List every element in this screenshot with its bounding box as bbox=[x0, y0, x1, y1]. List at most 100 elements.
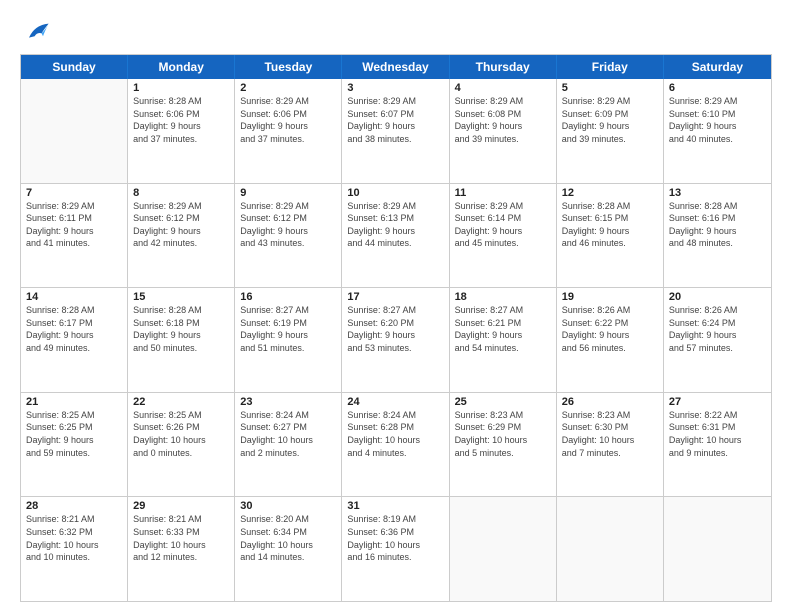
day-info: Sunrise: 8:29 AMSunset: 6:09 PMDaylight:… bbox=[562, 95, 658, 145]
day-number: 30 bbox=[240, 500, 336, 512]
header-day-thursday: Thursday bbox=[450, 55, 557, 79]
calendar: SundayMondayTuesdayWednesdayThursdayFrid… bbox=[20, 54, 772, 602]
day-number: 8 bbox=[133, 187, 229, 199]
day-info: Sunrise: 8:29 AMSunset: 6:14 PMDaylight:… bbox=[455, 200, 551, 250]
day-number: 21 bbox=[26, 396, 122, 408]
calendar-row-2: 7Sunrise: 8:29 AMSunset: 6:11 PMDaylight… bbox=[21, 183, 771, 288]
empty-cell bbox=[450, 497, 557, 601]
day-number: 25 bbox=[455, 396, 551, 408]
day-cell-21: 21Sunrise: 8:25 AMSunset: 6:25 PMDayligh… bbox=[21, 393, 128, 497]
day-info: Sunrise: 8:29 AMSunset: 6:12 PMDaylight:… bbox=[133, 200, 229, 250]
day-number: 3 bbox=[347, 82, 443, 94]
day-number: 23 bbox=[240, 396, 336, 408]
day-number: 9 bbox=[240, 187, 336, 199]
day-info: Sunrise: 8:23 AMSunset: 6:30 PMDaylight:… bbox=[562, 409, 658, 459]
day-info: Sunrise: 8:28 AMSunset: 6:15 PMDaylight:… bbox=[562, 200, 658, 250]
day-cell-5: 5Sunrise: 8:29 AMSunset: 6:09 PMDaylight… bbox=[557, 79, 664, 183]
day-cell-7: 7Sunrise: 8:29 AMSunset: 6:11 PMDaylight… bbox=[21, 184, 128, 288]
calendar-header: SundayMondayTuesdayWednesdayThursdayFrid… bbox=[21, 55, 771, 79]
day-cell-23: 23Sunrise: 8:24 AMSunset: 6:27 PMDayligh… bbox=[235, 393, 342, 497]
day-info: Sunrise: 8:29 AMSunset: 6:11 PMDaylight:… bbox=[26, 200, 122, 250]
calendar-row-3: 14Sunrise: 8:28 AMSunset: 6:17 PMDayligh… bbox=[21, 287, 771, 392]
day-info: Sunrise: 8:23 AMSunset: 6:29 PMDaylight:… bbox=[455, 409, 551, 459]
day-info: Sunrise: 8:29 AMSunset: 6:08 PMDaylight:… bbox=[455, 95, 551, 145]
day-number: 29 bbox=[133, 500, 229, 512]
logo-text bbox=[20, 18, 50, 46]
day-info: Sunrise: 8:28 AMSunset: 6:16 PMDaylight:… bbox=[669, 200, 766, 250]
logo bbox=[20, 18, 50, 46]
day-cell-3: 3Sunrise: 8:29 AMSunset: 6:07 PMDaylight… bbox=[342, 79, 449, 183]
day-cell-28: 28Sunrise: 8:21 AMSunset: 6:32 PMDayligh… bbox=[21, 497, 128, 601]
header-day-wednesday: Wednesday bbox=[342, 55, 449, 79]
day-number: 2 bbox=[240, 82, 336, 94]
day-cell-13: 13Sunrise: 8:28 AMSunset: 6:16 PMDayligh… bbox=[664, 184, 771, 288]
day-info: Sunrise: 8:27 AMSunset: 6:20 PMDaylight:… bbox=[347, 304, 443, 354]
day-cell-12: 12Sunrise: 8:28 AMSunset: 6:15 PMDayligh… bbox=[557, 184, 664, 288]
day-number: 14 bbox=[26, 291, 122, 303]
day-info: Sunrise: 8:28 AMSunset: 6:06 PMDaylight:… bbox=[133, 95, 229, 145]
day-cell-29: 29Sunrise: 8:21 AMSunset: 6:33 PMDayligh… bbox=[128, 497, 235, 601]
day-number: 27 bbox=[669, 396, 766, 408]
empty-cell bbox=[21, 79, 128, 183]
day-number: 16 bbox=[240, 291, 336, 303]
day-cell-11: 11Sunrise: 8:29 AMSunset: 6:14 PMDayligh… bbox=[450, 184, 557, 288]
day-info: Sunrise: 8:27 AMSunset: 6:19 PMDaylight:… bbox=[240, 304, 336, 354]
day-number: 5 bbox=[562, 82, 658, 94]
day-cell-30: 30Sunrise: 8:20 AMSunset: 6:34 PMDayligh… bbox=[235, 497, 342, 601]
day-cell-8: 8Sunrise: 8:29 AMSunset: 6:12 PMDaylight… bbox=[128, 184, 235, 288]
day-info: Sunrise: 8:29 AMSunset: 6:10 PMDaylight:… bbox=[669, 95, 766, 145]
day-number: 20 bbox=[669, 291, 766, 303]
day-cell-26: 26Sunrise: 8:23 AMSunset: 6:30 PMDayligh… bbox=[557, 393, 664, 497]
empty-cell bbox=[664, 497, 771, 601]
calendar-row-5: 28Sunrise: 8:21 AMSunset: 6:32 PMDayligh… bbox=[21, 496, 771, 601]
day-info: Sunrise: 8:19 AMSunset: 6:36 PMDaylight:… bbox=[347, 513, 443, 563]
calendar-row-4: 21Sunrise: 8:25 AMSunset: 6:25 PMDayligh… bbox=[21, 392, 771, 497]
day-info: Sunrise: 8:25 AMSunset: 6:25 PMDaylight:… bbox=[26, 409, 122, 459]
day-info: Sunrise: 8:21 AMSunset: 6:33 PMDaylight:… bbox=[133, 513, 229, 563]
day-info: Sunrise: 8:28 AMSunset: 6:17 PMDaylight:… bbox=[26, 304, 122, 354]
day-number: 4 bbox=[455, 82, 551, 94]
day-number: 10 bbox=[347, 187, 443, 199]
day-cell-17: 17Sunrise: 8:27 AMSunset: 6:20 PMDayligh… bbox=[342, 288, 449, 392]
day-info: Sunrise: 8:24 AMSunset: 6:27 PMDaylight:… bbox=[240, 409, 336, 459]
day-cell-19: 19Sunrise: 8:26 AMSunset: 6:22 PMDayligh… bbox=[557, 288, 664, 392]
header bbox=[20, 18, 772, 46]
day-number: 15 bbox=[133, 291, 229, 303]
day-cell-31: 31Sunrise: 8:19 AMSunset: 6:36 PMDayligh… bbox=[342, 497, 449, 601]
day-info: Sunrise: 8:29 AMSunset: 6:07 PMDaylight:… bbox=[347, 95, 443, 145]
calendar-body: 1Sunrise: 8:28 AMSunset: 6:06 PMDaylight… bbox=[21, 79, 771, 601]
day-number: 13 bbox=[669, 187, 766, 199]
header-day-sunday: Sunday bbox=[21, 55, 128, 79]
day-number: 18 bbox=[455, 291, 551, 303]
day-cell-18: 18Sunrise: 8:27 AMSunset: 6:21 PMDayligh… bbox=[450, 288, 557, 392]
header-day-saturday: Saturday bbox=[664, 55, 771, 79]
day-number: 12 bbox=[562, 187, 658, 199]
logo-bird-icon bbox=[22, 18, 50, 46]
day-info: Sunrise: 8:29 AMSunset: 6:13 PMDaylight:… bbox=[347, 200, 443, 250]
day-number: 22 bbox=[133, 396, 229, 408]
day-number: 24 bbox=[347, 396, 443, 408]
day-number: 28 bbox=[26, 500, 122, 512]
header-day-friday: Friday bbox=[557, 55, 664, 79]
day-cell-22: 22Sunrise: 8:25 AMSunset: 6:26 PMDayligh… bbox=[128, 393, 235, 497]
header-day-monday: Monday bbox=[128, 55, 235, 79]
day-cell-14: 14Sunrise: 8:28 AMSunset: 6:17 PMDayligh… bbox=[21, 288, 128, 392]
calendar-row-1: 1Sunrise: 8:28 AMSunset: 6:06 PMDaylight… bbox=[21, 79, 771, 183]
page: SundayMondayTuesdayWednesdayThursdayFrid… bbox=[0, 0, 792, 612]
day-cell-6: 6Sunrise: 8:29 AMSunset: 6:10 PMDaylight… bbox=[664, 79, 771, 183]
day-number: 17 bbox=[347, 291, 443, 303]
day-info: Sunrise: 8:21 AMSunset: 6:32 PMDaylight:… bbox=[26, 513, 122, 563]
day-info: Sunrise: 8:28 AMSunset: 6:18 PMDaylight:… bbox=[133, 304, 229, 354]
day-cell-27: 27Sunrise: 8:22 AMSunset: 6:31 PMDayligh… bbox=[664, 393, 771, 497]
day-info: Sunrise: 8:25 AMSunset: 6:26 PMDaylight:… bbox=[133, 409, 229, 459]
day-number: 31 bbox=[347, 500, 443, 512]
day-cell-24: 24Sunrise: 8:24 AMSunset: 6:28 PMDayligh… bbox=[342, 393, 449, 497]
day-cell-4: 4Sunrise: 8:29 AMSunset: 6:08 PMDaylight… bbox=[450, 79, 557, 183]
day-info: Sunrise: 8:29 AMSunset: 6:06 PMDaylight:… bbox=[240, 95, 336, 145]
day-cell-2: 2Sunrise: 8:29 AMSunset: 6:06 PMDaylight… bbox=[235, 79, 342, 183]
day-cell-25: 25Sunrise: 8:23 AMSunset: 6:29 PMDayligh… bbox=[450, 393, 557, 497]
day-info: Sunrise: 8:27 AMSunset: 6:21 PMDaylight:… bbox=[455, 304, 551, 354]
day-cell-16: 16Sunrise: 8:27 AMSunset: 6:19 PMDayligh… bbox=[235, 288, 342, 392]
day-number: 26 bbox=[562, 396, 658, 408]
empty-cell bbox=[557, 497, 664, 601]
